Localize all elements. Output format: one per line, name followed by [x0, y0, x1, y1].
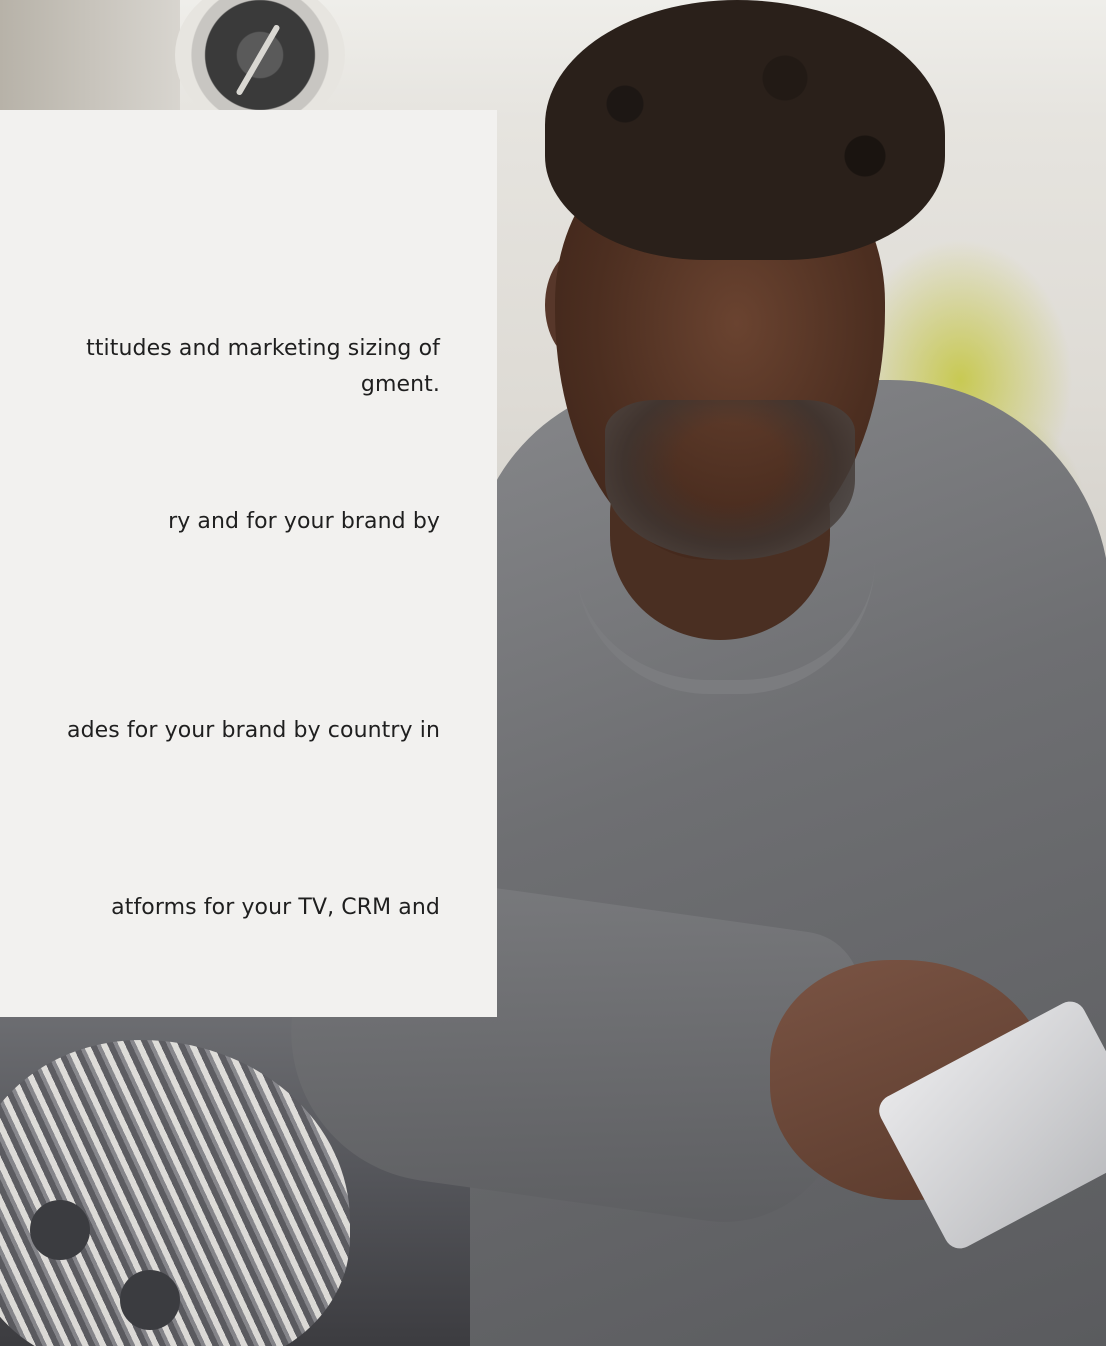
panel-text-line: ttitudes and marketing sizing of	[86, 336, 440, 361]
panel-text-line: ry and for your brand by	[168, 509, 440, 534]
pillow-pattern-dot	[30, 1200, 90, 1260]
panel-text-line: atforms for your TV, CRM and	[111, 895, 440, 920]
pillow-pattern-dot	[120, 1270, 180, 1330]
content-panel: ttitudes and marketing sizing of gment. …	[0, 110, 497, 1017]
page: ttitudes and marketing sizing of gment. …	[0, 0, 1106, 1346]
wall-shelf	[0, 0, 180, 110]
panel-text-line: ades for your brand by country in	[67, 718, 440, 743]
person-beard	[605, 400, 855, 560]
panel-text-line: gment.	[360, 372, 440, 397]
